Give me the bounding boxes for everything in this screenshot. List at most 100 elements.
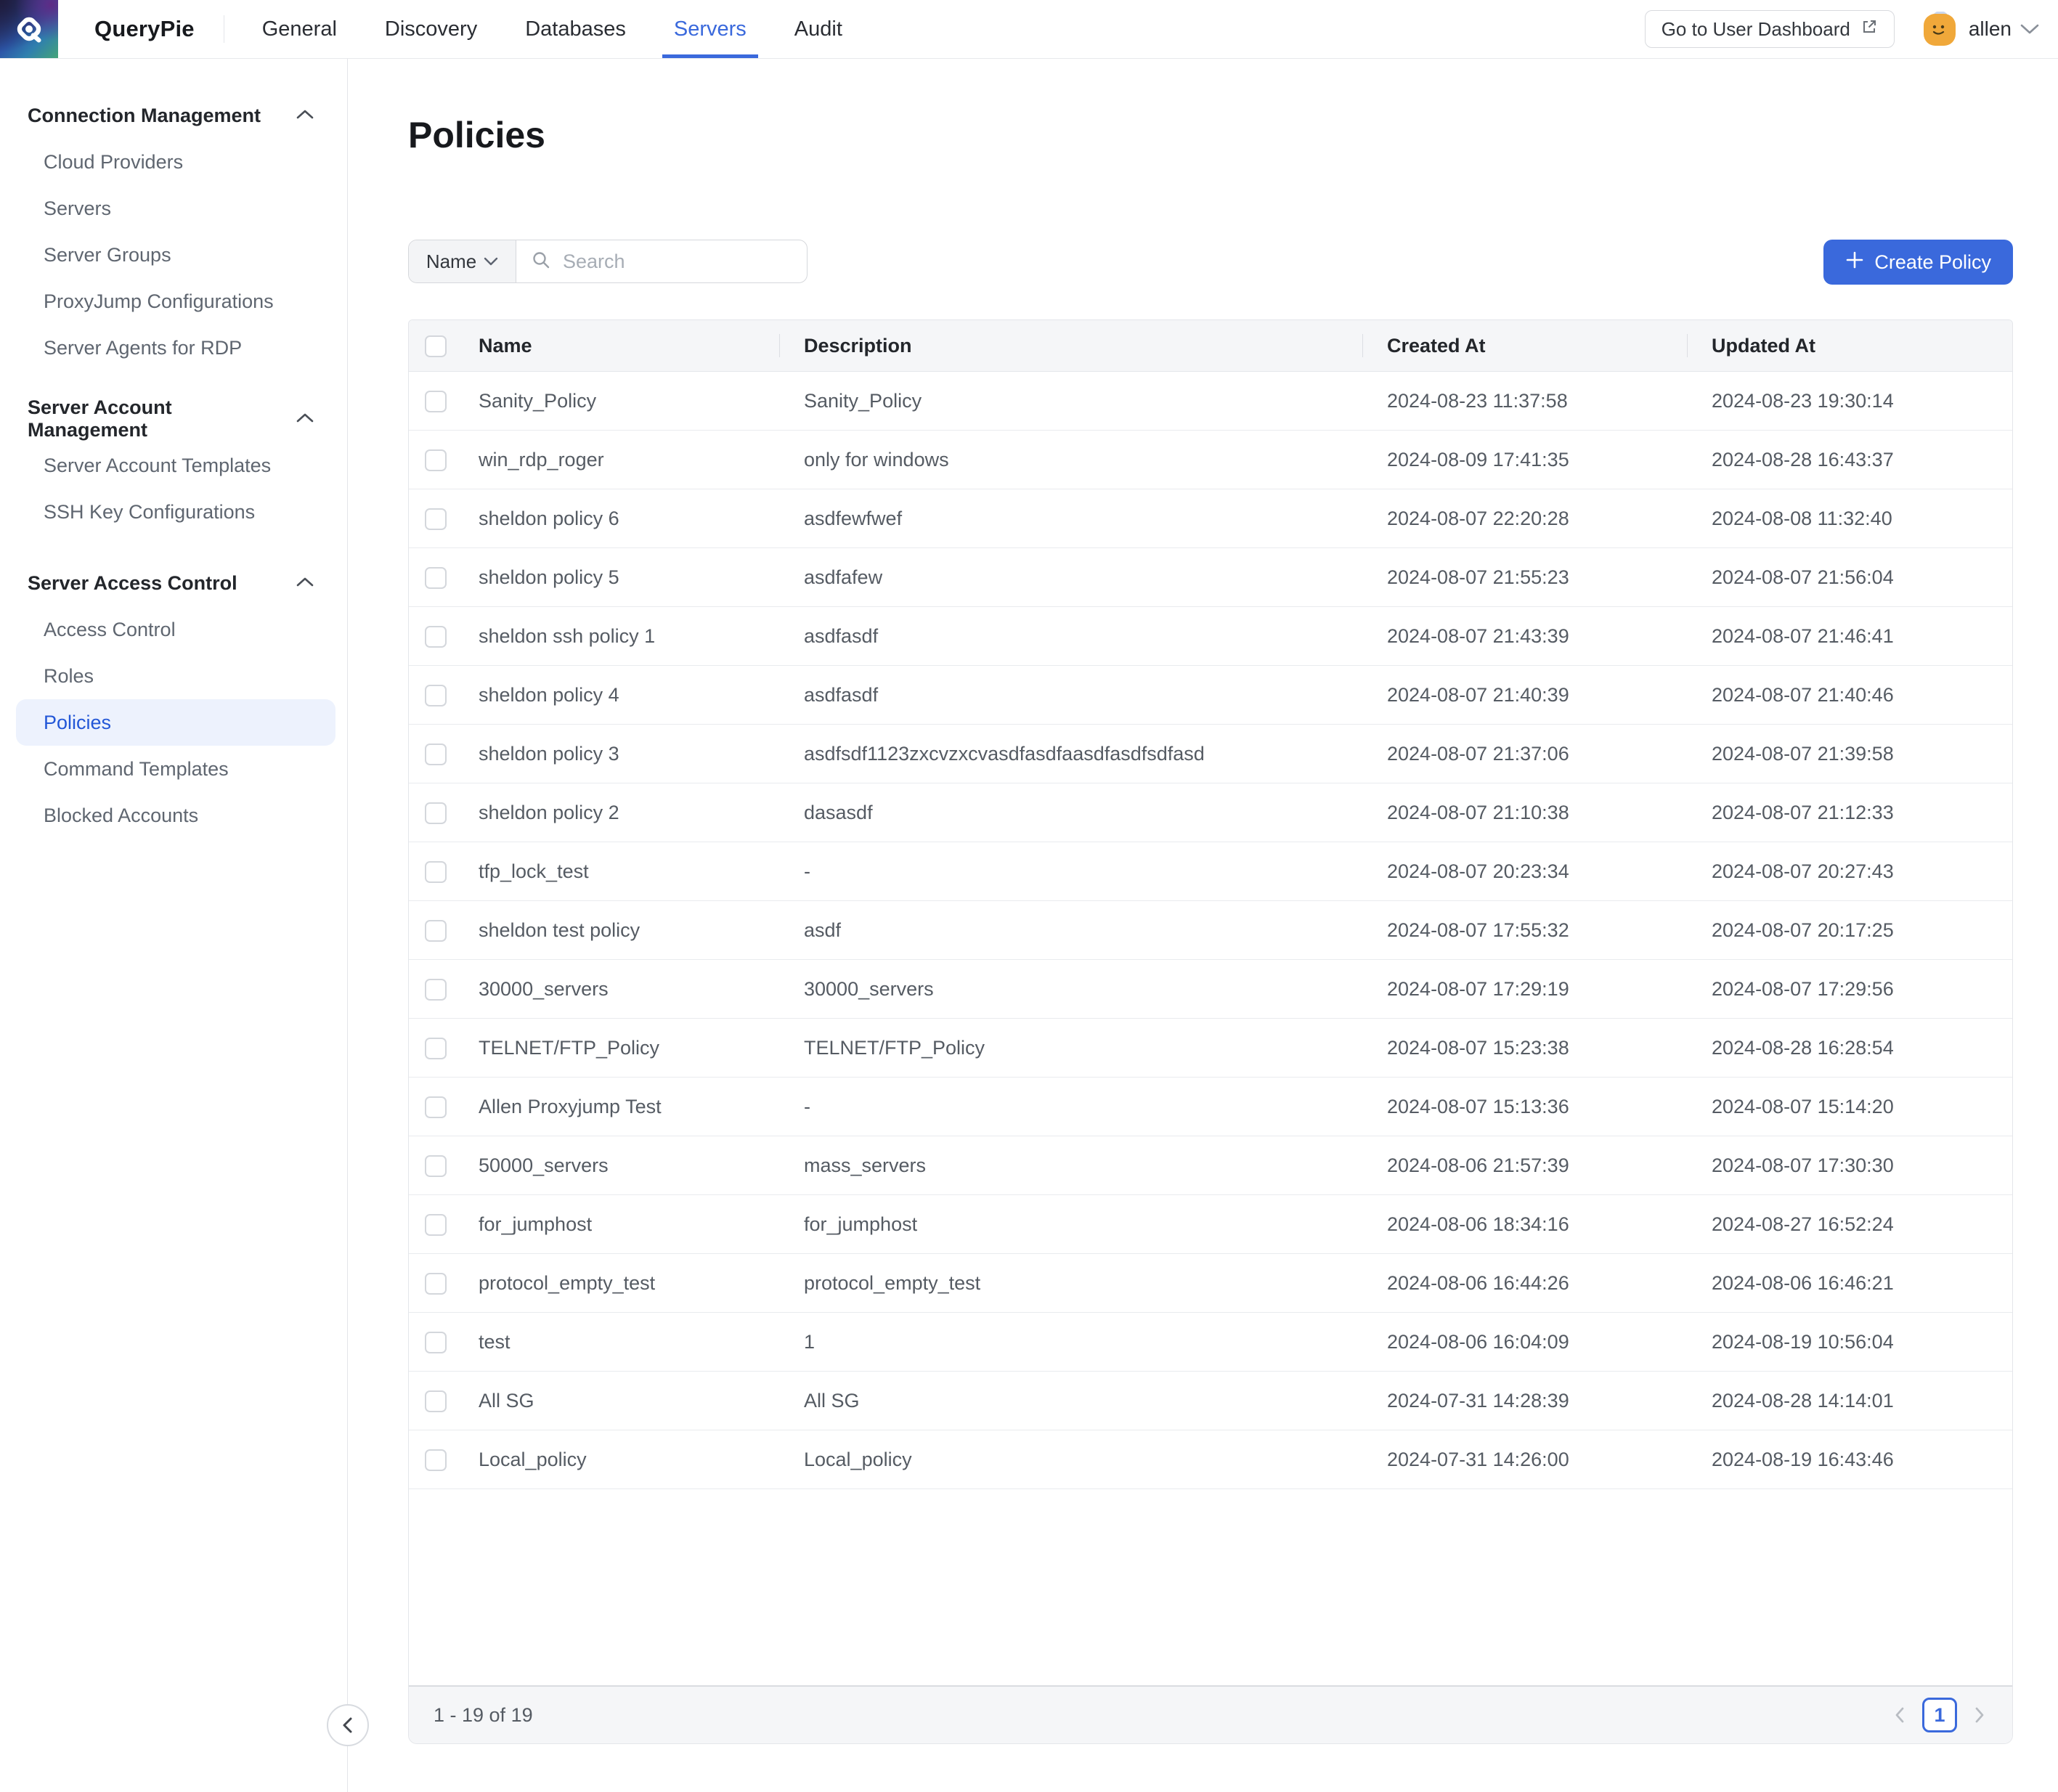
row-created-at-cell: 2024-07-31 14:26:00 <box>1362 1430 1687 1489</box>
sidebar-item-server-account-templates[interactable]: Server Account Templates <box>16 442 335 489</box>
row-checkbox[interactable] <box>425 1390 447 1412</box>
table-row[interactable]: Local_policy Local_policy 2024-07-31 14:… <box>409 1430 2012 1489</box>
sidebar-section-header[interactable]: Server Access Control <box>16 560 335 606</box>
row-checkbox[interactable] <box>425 979 447 1001</box>
row-checkbox[interactable] <box>425 920 447 942</box>
row-name-cell: test <box>454 1313 779 1372</box>
querypie-logo-icon[interactable] <box>0 0 58 58</box>
row-checkbox[interactable] <box>425 861 447 883</box>
sidebar-item-ssh-key-configurations[interactable]: SSH Key Configurations <box>16 489 335 535</box>
search-input[interactable] <box>561 250 792 274</box>
row-name-cell: sheldon ssh policy 1 <box>454 607 779 666</box>
table-row[interactable]: sheldon policy 6 asdfewfwef 2024-08-07 2… <box>409 489 2012 548</box>
table-row[interactable]: for_jumphost for_jumphost 2024-08-06 18:… <box>409 1195 2012 1254</box>
row-checkbox[interactable] <box>425 1449 447 1471</box>
column-header-description[interactable]: Description <box>779 320 1362 372</box>
sidebar-item-servers[interactable]: Servers <box>16 185 335 232</box>
nav-tab-discovery[interactable]: Discovery <box>385 0 477 58</box>
table-row[interactable]: sheldon policy 3 asdfsdf1123zxcvzxcvasdf… <box>409 725 2012 783</box>
sidebar-section-items: Cloud ProvidersServersServer GroupsProxy… <box>16 139 335 371</box>
sidebar-item-command-templates[interactable]: Command Templates <box>16 746 335 792</box>
chevron-up-icon[interactable] <box>296 412 314 426</box>
chevron-up-icon[interactable] <box>296 577 314 590</box>
table-row[interactable]: TELNET/FTP_Policy TELNET/FTP_Policy 2024… <box>409 1019 2012 1078</box>
nav-tabs: General Discovery Databases Servers Audit <box>262 0 842 58</box>
nav-tab-servers[interactable]: Servers <box>674 0 747 58</box>
nav-tab-databases[interactable]: Databases <box>525 0 626 58</box>
table-row[interactable]: 50000_servers mass_servers 2024-08-06 21… <box>409 1136 2012 1195</box>
row-checkbox-cell <box>409 1430 454 1489</box>
row-checkbox[interactable] <box>425 1332 447 1353</box>
table-row[interactable]: Sanity_Policy Sanity_Policy 2024-08-23 1… <box>409 372 2012 431</box>
sidebar-item-roles[interactable]: Roles <box>16 653 335 699</box>
nav-tab-audit[interactable]: Audit <box>794 0 842 58</box>
row-name-cell: win_rdp_roger <box>454 431 779 489</box>
nav-tab-general[interactable]: General <box>262 0 337 58</box>
sidebar-item-server-groups[interactable]: Server Groups <box>16 232 335 278</box>
sidebar-item-access-control[interactable]: Access Control <box>16 606 335 653</box>
sidebar-item-blocked-accounts[interactable]: Blocked Accounts <box>16 792 335 839</box>
row-checkbox[interactable] <box>425 1273 447 1295</box>
table-row[interactable]: protocol_empty_test protocol_empty_test … <box>409 1254 2012 1313</box>
row-checkbox[interactable] <box>425 1214 447 1236</box>
row-checkbox[interactable] <box>425 508 447 530</box>
go-to-user-dashboard-button[interactable]: Go to User Dashboard <box>1645 10 1895 48</box>
table-row[interactable]: 30000_servers 30000_servers 2024-08-07 1… <box>409 960 2012 1019</box>
table-row[interactable]: sheldon policy 2 dasasdf 2024-08-07 21:1… <box>409 783 2012 842</box>
row-updated-at-cell: 2024-08-07 15:14:20 <box>1687 1078 2012 1136</box>
chevron-down-icon[interactable] <box>2020 23 2039 35</box>
column-header-updated-at[interactable]: Updated At <box>1687 320 2012 372</box>
querypie-admin-page: QueryPie GeneralDiscoveryDatabasesServer… <box>0 0 2058 1792</box>
next-page-icon[interactable] <box>1972 1705 1988 1725</box>
row-checkbox[interactable] <box>425 802 447 824</box>
sidebar-collapse-button[interactable] <box>327 1704 369 1746</box>
table-row[interactable]: tfp_lock_test - 2024-08-07 20:23:34 2024… <box>409 842 2012 901</box>
search-field-selector[interactable]: Name <box>409 240 516 282</box>
select-all-checkbox[interactable] <box>425 335 447 357</box>
page-title: Policies <box>408 114 545 156</box>
row-updated-at-cell: 2024-08-28 16:43:37 <box>1687 431 2012 489</box>
row-checkbox[interactable] <box>425 626 447 648</box>
row-created-at-cell: 2024-08-06 21:57:39 <box>1362 1136 1687 1195</box>
row-checkbox[interactable] <box>425 391 447 412</box>
row-checkbox-cell <box>409 960 454 1019</box>
row-checkbox[interactable] <box>425 1155 447 1177</box>
column-header-name[interactable]: Name <box>454 320 779 372</box>
table-row[interactable]: test 1 2024-08-06 16:04:09 2024-08-19 10… <box>409 1313 2012 1372</box>
sidebar-item-policies[interactable]: Policies <box>16 699 335 746</box>
row-updated-at-cell: 2024-08-08 11:32:40 <box>1687 489 2012 548</box>
table-row[interactable]: win_rdp_roger only for windows 2024-08-0… <box>409 431 2012 489</box>
row-updated-at-cell: 2024-08-27 16:52:24 <box>1687 1195 2012 1254</box>
table-row[interactable]: sheldon test policy asdf 2024-08-07 17:5… <box>409 901 2012 960</box>
sidebar-section-items: Server Account TemplatesSSH Key Configur… <box>16 442 335 535</box>
row-updated-at-cell: 2024-08-07 20:17:25 <box>1687 901 2012 960</box>
row-checkbox[interactable] <box>425 1096 447 1118</box>
row-checkbox[interactable] <box>425 567 447 589</box>
row-checkbox-cell <box>409 783 454 842</box>
row-description-cell: asdfasdf <box>779 607 1362 666</box>
sidebar-item-proxyjump-configurations[interactable]: ProxyJump Configurations <box>16 278 335 325</box>
row-name-cell: Local_policy <box>454 1430 779 1489</box>
sidebar-item-cloud-providers[interactable]: Cloud Providers <box>16 139 335 185</box>
row-checkbox[interactable] <box>425 685 447 706</box>
table-row[interactable]: sheldon policy 5 asdfafew 2024-08-07 21:… <box>409 548 2012 607</box>
row-checkbox[interactable] <box>425 744 447 765</box>
row-checkbox[interactable] <box>425 449 447 471</box>
column-header-created-at[interactable]: Created At <box>1362 320 1687 372</box>
table-row[interactable]: sheldon policy 4 asdfasdf 2024-08-07 21:… <box>409 666 2012 725</box>
sidebar-section-header[interactable]: Connection Management <box>16 92 335 139</box>
chevron-up-icon[interactable] <box>296 109 314 123</box>
sidebar-item-server-agents-for-rdp[interactable]: Server Agents for RDP <box>16 325 335 371</box>
page-number-button[interactable]: 1 <box>1922 1698 1957 1732</box>
create-policy-button[interactable]: Create Policy <box>1823 240 2013 285</box>
user-avatar[interactable] <box>1922 12 1957 46</box>
sidebar-section-header[interactable]: Server Account Management <box>16 396 335 442</box>
table-row[interactable]: Allen Proxyjump Test - 2024-08-07 15:13:… <box>409 1078 2012 1136</box>
row-description-cell: All SG <box>779 1372 1362 1430</box>
table-row[interactable]: All SG All SG 2024-07-31 14:28:39 2024-0… <box>409 1372 2012 1430</box>
row-description-cell: asdfsdf1123zxcvzxcvasdfasdfaasdfasdfsdfa… <box>779 725 1362 783</box>
table-row[interactable]: sheldon ssh policy 1 asdfasdf 2024-08-07… <box>409 607 2012 666</box>
previous-page-icon[interactable] <box>1892 1705 1908 1725</box>
row-description-cell: mass_servers <box>779 1136 1362 1195</box>
row-checkbox[interactable] <box>425 1038 447 1059</box>
